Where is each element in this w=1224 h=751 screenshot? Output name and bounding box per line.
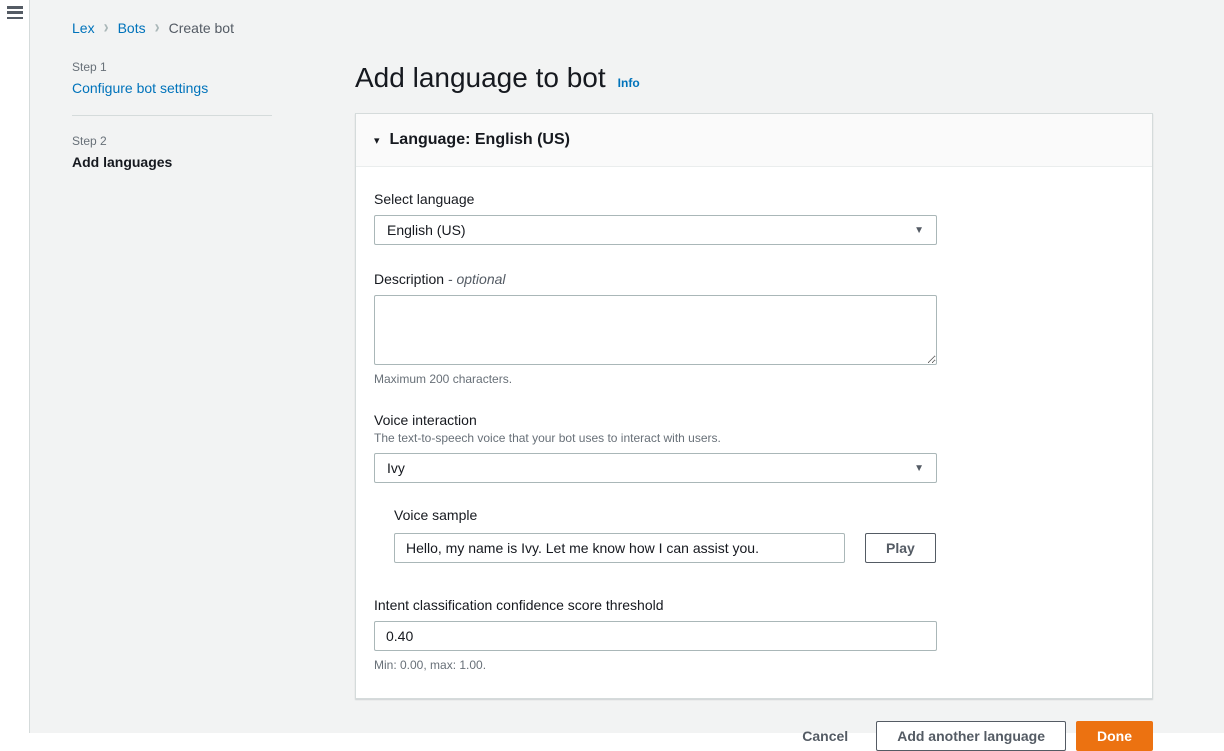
select-language-group: Select language English (US) ▼ [374,191,1134,245]
language-card: ▾ Language: English (US) Select language… [355,113,1153,699]
description-label-text: Description [374,271,444,287]
threshold-input[interactable] [374,621,937,651]
breadcrumb-bots[interactable]: Bots [118,20,146,36]
voice-dropdown[interactable]: Ivy ▼ [374,453,937,483]
cancel-button[interactable]: Cancel [802,728,848,744]
voice-sample-label: Voice sample [394,507,1134,523]
add-another-language-button[interactable]: Add another language [876,721,1066,751]
language-section-header[interactable]: ▾ Language: English (US) [356,114,1152,167]
left-navigation-rail [0,0,30,733]
dropdown-caret-icon: ▼ [914,463,924,474]
step-2: Step 2 Add languages [72,134,272,170]
step-2-current: Add languages [72,154,272,170]
steps-sidebar: Step 1 Configure bot settings Step 2 Add… [72,60,272,170]
voice-interaction-helper: The text-to-speech voice that your bot u… [374,431,1134,445]
main-content: Add language to bot Info ▾ Language: Eng… [355,0,1153,751]
voice-sample-group: Voice sample Play [394,507,1134,563]
step-1: Step 1 Configure bot settings [72,60,272,96]
voice-dropdown-value: Ivy [387,460,405,476]
steps-divider [72,115,272,116]
step-2-number: Step 2 [72,134,272,148]
footer-actions: Cancel Add another language Done [355,721,1153,751]
voice-interaction-group: Voice interaction The text-to-speech voi… [374,412,1134,483]
threshold-helper: Min: 0.00, max: 1.00. [374,658,1134,672]
app-window: Lex › Bots › Create bot Step 1 Configure… [0,0,1224,733]
voice-interaction-label: Voice interaction [374,412,1134,428]
page-title-row: Add language to bot Info [355,60,1153,96]
voice-sample-input[interactable] [394,533,845,563]
breadcrumb-current: Create bot [169,20,234,36]
play-button[interactable]: Play [865,533,936,563]
page-title: Add language to bot [355,60,606,96]
step-1-number: Step 1 [72,60,272,74]
description-label: Description - optional [374,271,1134,287]
step-1-link[interactable]: Configure bot settings [72,80,208,96]
voice-sample-row: Play [394,533,1134,563]
hamburger-menu-icon[interactable] [7,6,23,19]
breadcrumb-lex[interactable]: Lex [72,20,95,36]
language-section-body: Select language English (US) ▼ Descripti… [356,167,1152,698]
dropdown-caret-icon: ▼ [914,225,924,236]
description-textarea[interactable] [374,295,937,365]
chevron-right-icon: › [104,17,109,38]
description-optional-text: - optional [448,271,506,287]
chevron-right-icon: › [155,17,160,38]
select-language-value: English (US) [387,222,466,238]
select-language-label: Select language [374,191,1134,207]
breadcrumb: Lex › Bots › Create bot [72,19,234,36]
description-helper: Maximum 200 characters. [374,372,1134,386]
description-group: Description - optional Maximum 200 chara… [374,271,1134,386]
collapse-caret-icon: ▾ [374,134,380,147]
done-button[interactable]: Done [1076,721,1153,751]
language-section-title: Language: English (US) [390,131,570,149]
info-link[interactable]: Info [618,76,640,90]
select-language-dropdown[interactable]: English (US) ▼ [374,215,937,245]
threshold-group: Intent classification confidence score t… [374,597,1134,672]
threshold-label: Intent classification confidence score t… [374,597,1134,613]
